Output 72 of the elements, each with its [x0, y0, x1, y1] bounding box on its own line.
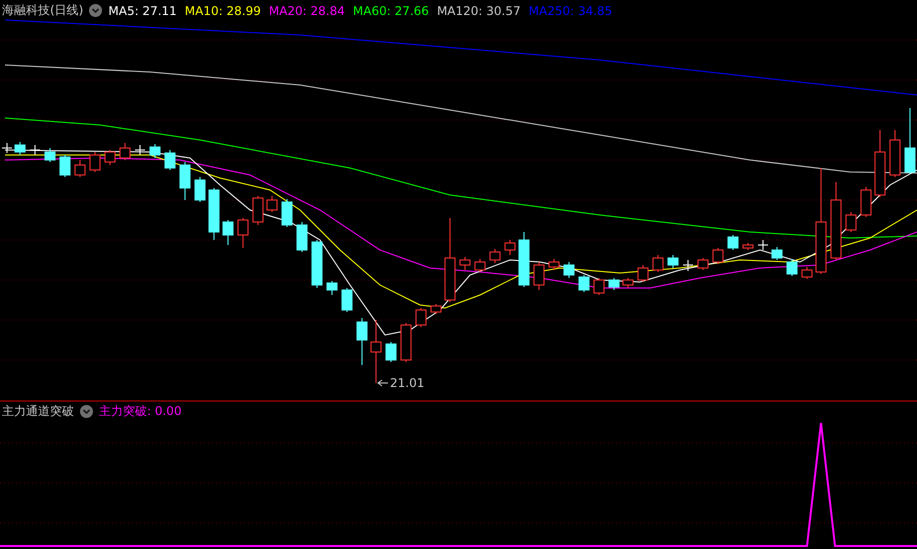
candlestick: [238, 218, 248, 248]
candlestick: [44, 148, 56, 162]
candlestick: [518, 232, 530, 288]
candlestick: [150, 144, 160, 158]
candlestick: [342, 288, 352, 312]
candlestick: [252, 196, 264, 226]
candlestick: [652, 254, 664, 272]
candlestick: [594, 278, 604, 296]
candlestick: [860, 186, 872, 218]
panel-title: 主力通道突破: [2, 403, 74, 420]
candlestick: [104, 150, 116, 166]
candlestick: [356, 318, 368, 366]
candlestick: [326, 280, 338, 296]
leader-line: [377, 380, 388, 386]
candlestick: [90, 152, 100, 172]
candlestick: [622, 278, 634, 288]
candlestick: [164, 150, 176, 170]
indicator-value: MA20: 28.84: [268, 4, 345, 18]
candlestick: [400, 322, 412, 362]
candlestick: [712, 248, 724, 264]
candlestick: [430, 304, 442, 314]
candlestick: [786, 258, 798, 276]
candlestick: [312, 240, 322, 288]
candlestick: [60, 154, 70, 178]
candlestick: [386, 342, 396, 362]
candlestick: [802, 266, 812, 280]
candlestick: [534, 262, 544, 290]
candlestick: [578, 274, 590, 292]
panel-title: 海融科技(日线): [2, 2, 84, 19]
indicator-value: MA10: 28.99: [184, 4, 261, 18]
candlestick: [890, 130, 900, 178]
chevron-down-icon[interactable]: [80, 405, 93, 418]
candlestick: [460, 256, 470, 270]
candlestick: [74, 160, 86, 178]
candlestick: [742, 242, 754, 250]
candlestick: [682, 260, 694, 272]
candlestick: [772, 246, 782, 260]
candlestick: [490, 248, 500, 264]
candlestick: [548, 258, 560, 270]
candlestick: [208, 188, 220, 240]
candlestick: [282, 198, 292, 228]
candlestick: [416, 308, 426, 328]
indicator-value: MA120: 30.57: [436, 4, 521, 18]
candlestick: [874, 130, 886, 198]
indicator-value: MA60: 27.66: [352, 4, 429, 18]
candlestick: [698, 258, 708, 270]
candlestick: [120, 142, 130, 160]
candlestick: [504, 240, 516, 256]
candlestick: [194, 176, 206, 202]
indicator-value: 主力突破: 0.00: [99, 403, 182, 420]
candlestick: [846, 212, 856, 232]
candlestick: [608, 278, 620, 290]
low-price-label: 21.01: [390, 376, 424, 390]
candlestick: [728, 234, 738, 250]
candlestick: [296, 222, 308, 252]
candlestick: [904, 108, 916, 174]
indicator-value: MA5: 27.11: [108, 4, 177, 18]
candlestick: [266, 196, 278, 212]
indicator-value: MA250: 34.85: [528, 4, 612, 18]
candlestick: [222, 220, 234, 246]
candlestick: [668, 254, 678, 268]
candlestick: [134, 144, 146, 156]
candlestick: [14, 142, 26, 156]
candlestick: [180, 162, 190, 200]
candlestick: [30, 144, 40, 156]
candlestick: [564, 262, 574, 278]
chevron-down-icon[interactable]: [89, 4, 102, 17]
candlestick: [370, 320, 382, 384]
candlestick: [758, 240, 768, 250]
candlestick: [2, 142, 12, 154]
candlestick: [474, 258, 486, 272]
candlestick: [638, 264, 648, 282]
